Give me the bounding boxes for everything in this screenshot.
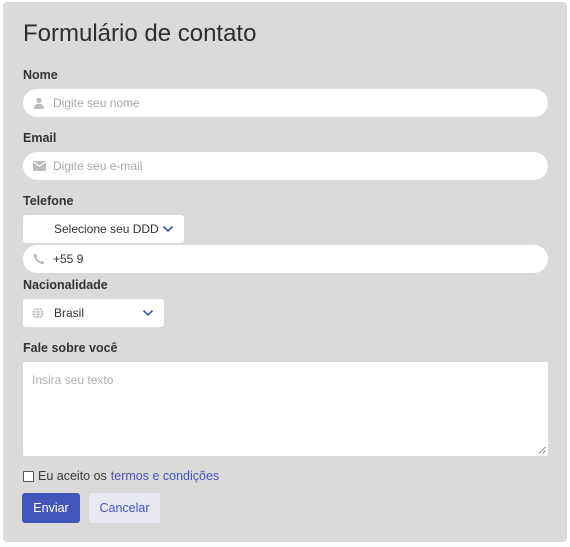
about-textarea[interactable]: Insira seu texto [23,362,548,456]
cancel-button[interactable]: Cancelar [89,493,160,523]
chevron-down-icon [142,309,154,317]
email-placeholder: Digite seu e-mail [53,159,143,173]
resize-handle-icon[interactable] [538,446,546,454]
email-field[interactable]: Digite seu e-mail [23,152,548,180]
name-label: Nome [23,68,58,82]
page-title: Formulário de contato [23,20,257,47]
nationality-label: Nacionalidade [23,278,108,292]
name-field[interactable]: Digite seu nome [23,89,548,117]
ddd-select-value: Selecione seu DDD [54,222,159,236]
about-label: Fale sobre você [23,341,118,355]
submit-button[interactable]: Enviar [22,493,80,523]
terms-checkbox[interactable] [23,470,34,482]
about-placeholder: Insira seu texto [32,373,114,387]
chevron-down-icon [162,225,174,233]
terms-row: Eu aceito os termos e condições [23,469,219,483]
phone-value: +55 9 [53,252,84,266]
terms-link[interactable]: termos e condições [111,469,219,483]
nationality-select[interactable]: Brasil [23,299,164,327]
name-placeholder: Digite seu nome [53,96,140,110]
nationality-value: Brasil [54,306,85,320]
user-icon [32,96,46,110]
globe-icon [31,306,45,320]
ddd-select[interactable]: Selecione seu DDD [23,215,184,243]
envelope-icon [32,159,46,173]
phone-field[interactable]: +55 9 [23,245,548,273]
phone-icon [32,252,46,266]
email-label: Email [23,131,57,145]
contact-form: Formulário de contato Nome Digite seu no… [3,2,567,542]
terms-text: Eu aceito os [38,469,107,483]
phone-label: Telefone [23,194,74,208]
